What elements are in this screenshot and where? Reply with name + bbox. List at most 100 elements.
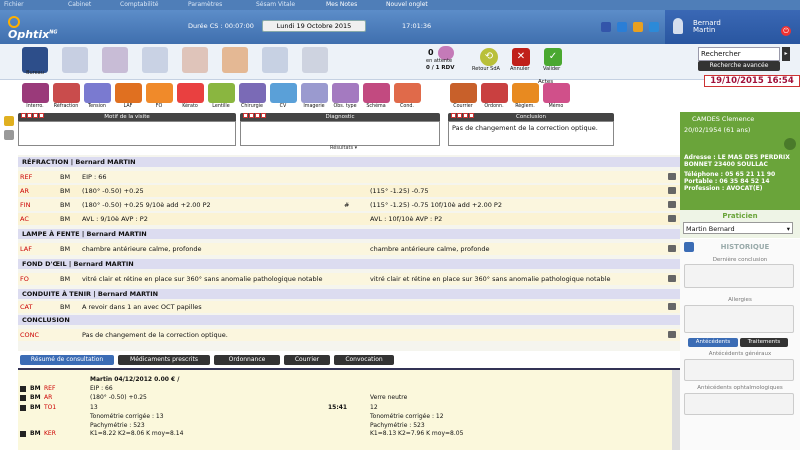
courrier-icon[interactable] [450, 83, 477, 103]
praticien-label: Praticien [722, 212, 758, 220]
traitements-tab[interactable]: Traitements [740, 338, 788, 347]
table-row[interactable]: CONC Pas de changement de la correction o… [18, 329, 680, 341]
antecedents-tab[interactable]: Antécédents [688, 338, 738, 347]
table-row[interactable]: AR BM (180° -0.50) +0.25 (115° -1.25) -0.75 [18, 185, 680, 197]
help-icon[interactable] [649, 22, 659, 32]
advanced-search-button[interactable]: Recherche avancée [698, 61, 780, 71]
settings-icon[interactable] [633, 22, 643, 32]
diagnostic-textarea[interactable] [240, 121, 440, 146]
history-code: KER [44, 430, 56, 437]
note-icon[interactable] [4, 116, 14, 126]
section-lampe-a-fente[interactable]: LAMPE À FENTE | Bernard MARTIN [18, 229, 680, 239]
history-tabs: Résumé de consultation Médicaments presc… [18, 353, 680, 367]
datestamp: 19/10/2015 16:54 [704, 75, 800, 87]
tab-resume[interactable]: Résumé de consultation [20, 355, 114, 365]
act-label-refraction: Réfraction [53, 104, 79, 109]
imagerie-icon[interactable] [301, 83, 328, 103]
history-value: Pachymétrie : 523 [90, 422, 145, 429]
history-value: Tonométrie corrigée : 12 [370, 413, 444, 420]
tab-courrier[interactable]: Courrier [284, 355, 330, 365]
menu-sesam-vitale[interactable]: Sésam Vitale [256, 1, 295, 8]
menu-fichier[interactable]: Fichier [4, 1, 24, 8]
search-input[interactable]: Rechercher [698, 47, 780, 61]
tab-medicaments[interactable]: Médicaments prescrits [118, 355, 210, 365]
section-conclusion[interactable]: CONCLUSION [18, 315, 680, 325]
expand-icon[interactable] [20, 395, 26, 401]
module-tile-6[interactable] [262, 47, 288, 73]
annuler-button[interactable]: ✕ [512, 48, 530, 66]
menu-cabinet[interactable]: Cabinet [68, 1, 91, 8]
kerato-icon[interactable] [177, 83, 204, 103]
allergies-box[interactable] [684, 305, 794, 333]
expand-icon[interactable] [20, 405, 26, 411]
laf-icon[interactable] [115, 83, 142, 103]
table-row[interactable]: FO BM vitré clair et rétine en place sur 3… [18, 273, 680, 285]
antecedents-generaux-box[interactable] [684, 359, 794, 381]
retour-sda-label: Retour SdA [472, 66, 500, 72]
table-row[interactable]: AC BM AVL : 9/10è AVP : P2 AVL : 10f/10è AV… [18, 213, 680, 225]
table-row[interactable]: LAF BM chambre antérieure calme, profonde c… [18, 243, 680, 255]
act-label-reglement: Règlem. [515, 104, 535, 109]
current-time: 17:01:36 [402, 22, 432, 30]
lentille-icon[interactable] [208, 83, 235, 103]
history-code: AR [44, 394, 53, 401]
ordonnance-icon[interactable] [481, 83, 508, 103]
menu-nouvel-onglet[interactable]: Nouvel onglet [386, 1, 428, 8]
schema-icon[interactable] [363, 83, 390, 103]
delete-icon [668, 275, 676, 282]
act-label-fo: FO [155, 104, 163, 109]
history-value: 13 [90, 404, 98, 411]
tools-icon[interactable] [4, 130, 14, 140]
history-value: Verre neutre [370, 394, 408, 401]
act-label-obs-type: Obs. type [333, 104, 357, 109]
delete-icon [668, 303, 676, 310]
tab-ordonnance[interactable]: Ordonnance [214, 355, 280, 365]
valider-button[interactable]: ✓ [544, 48, 562, 66]
antecedents-ophtalmo-box[interactable] [684, 393, 794, 415]
delete-icon [668, 245, 676, 252]
module-tile-2[interactable] [102, 47, 128, 73]
module-tile-5[interactable] [222, 47, 248, 73]
module-tile-1[interactable] [62, 47, 88, 73]
reglement-icon[interactable] [512, 83, 539, 103]
patient-mobile: Portable : 06 35 84 52 14 [684, 178, 770, 185]
section-fond-oeil[interactable]: FOND D'ŒIL | Bernard MARTIN [18, 259, 680, 269]
refresh-icon[interactable] [617, 22, 627, 32]
power-icon[interactable]: ⏻ [781, 26, 791, 36]
retour-sda-button[interactable]: ⟲ [480, 48, 498, 66]
menu-comptabilite[interactable]: Comptabilité [120, 1, 158, 8]
conclusion-textarea[interactable]: Pas de changement de la correction optiq… [448, 121, 614, 146]
expand-icon[interactable] [20, 431, 26, 437]
table-row[interactable]: CAT BM A revoir dans 1 an avec OCT papille… [18, 301, 680, 313]
history-scrollbar[interactable] [672, 370, 680, 450]
motif-textarea[interactable] [18, 121, 236, 146]
section-conduite[interactable]: CONDUITE À TENIR | Bernard MARTIN [18, 289, 680, 299]
tension-icon[interactable] [84, 83, 111, 103]
chirurgie-icon[interactable] [239, 83, 266, 103]
history-code: REF [44, 385, 56, 392]
tab-convocation[interactable]: Convocation [334, 355, 394, 365]
table-row[interactable]: REF BM EIP : 66 [18, 171, 680, 183]
module-tile-3[interactable] [142, 47, 168, 73]
act-label-interro: Interro. [26, 104, 44, 109]
praticien-select[interactable]: Martin Bernard ▾ [683, 222, 793, 234]
memo-icon[interactable] [543, 83, 570, 103]
cv-icon[interactable] [270, 83, 297, 103]
patient-avatar-icon[interactable] [784, 138, 796, 150]
fo-icon[interactable] [146, 83, 173, 103]
section-refraction[interactable]: RÉFRACTION | Bernard MARTIN [18, 157, 680, 167]
refraction-icon[interactable] [53, 83, 80, 103]
table-row[interactable]: FIN BM (180° -0.50) +0.25 9/10è add +2.00 … [18, 199, 680, 211]
resultats-toggle[interactable]: Résultats ▾ [330, 145, 357, 151]
obs-type-icon[interactable] [332, 83, 359, 103]
cond-icon[interactable] [394, 83, 421, 103]
interro-icon[interactable] [22, 83, 49, 103]
expand-icon[interactable] [20, 386, 26, 392]
window-icon[interactable] [601, 22, 611, 32]
module-tile-4[interactable] [182, 47, 208, 73]
menu-mes-notes[interactable]: Mes Notes [326, 1, 357, 8]
module-tile-7[interactable] [302, 47, 328, 73]
history-code: TO1 [44, 404, 57, 411]
search-arrow-icon[interactable]: ▸ [782, 47, 790, 61]
menu-parametres[interactable]: Paramètres [188, 1, 222, 8]
